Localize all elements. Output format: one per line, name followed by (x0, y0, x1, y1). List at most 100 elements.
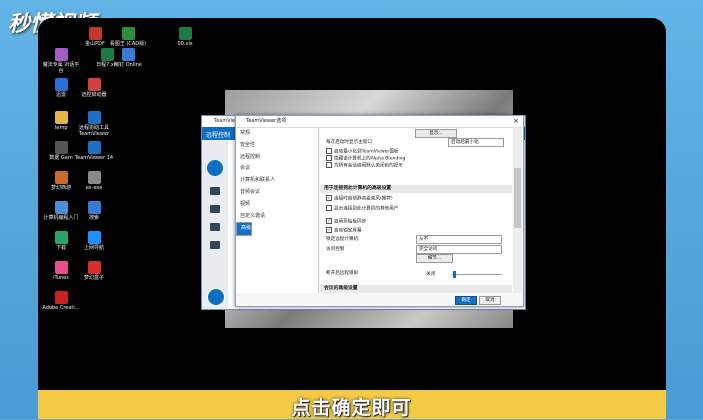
nav-item[interactable]: 视频 (236, 199, 318, 211)
desktop-icon-label: 00.xls (177, 41, 193, 47)
app-icon (121, 27, 135, 40)
caption-text: 点击确定即可 (291, 397, 412, 419)
desktop-icon[interactable]: 魔法专属 对话平台 (41, 48, 81, 74)
nav-item[interactable]: 远程控制 (236, 152, 318, 164)
access-label: 访问控制 (326, 247, 345, 252)
options-dialog: TeamViewer选项 × 常规 安全性 远程控制 会议 计算机和联系人 音频会议 视频自… (235, 115, 524, 307)
app-icon (54, 111, 68, 124)
desktop-icon[interactable]: Adobe Creati... (41, 291, 81, 311)
desktop-icon-label: ex-exe (85, 185, 103, 191)
chat-icon[interactable] (210, 241, 220, 249)
app-icon (87, 171, 101, 184)
nav-item[interactable]: 安全性 (236, 140, 318, 152)
lock-select[interactable]: 从不 (416, 235, 502, 244)
app-icon (54, 291, 68, 304)
option-row[interactable]: 为所有会话启用默认关闭前的提示 (326, 162, 403, 169)
app-icon (87, 231, 101, 244)
nav-item[interactable]: 常规 (236, 128, 318, 140)
slider-track[interactable] (452, 274, 502, 275)
app-icon (88, 27, 102, 40)
dialog-title: TeamViewer选项 (246, 118, 287, 124)
app-icon (54, 171, 68, 184)
app-icon (87, 261, 101, 274)
dialog-footer: 确定 取消 (236, 294, 523, 306)
desktop-icon[interactable]: 远程协助工具 TeamViewer (74, 111, 114, 137)
checkbox-checked[interactable]: ✓ (326, 227, 332, 233)
desktop-icon[interactable]: 上网导航 (74, 231, 114, 251)
option-row[interactable]: ✓ 启用剪贴板同步 (326, 218, 366, 225)
options-nav: 常规 安全性 远程控制 会议 计算机和联系人 音频会议 视频 自定义邀请 高级 (236, 128, 319, 293)
checkbox[interactable] (326, 162, 332, 168)
desktop-icon[interactable]: ex-exe (74, 171, 114, 191)
app-icon (87, 78, 101, 91)
desktop-icon-label: 远程协助工具 TeamViewer (78, 125, 110, 137)
desktop-icon[interactable]: 阿钉 Online (108, 48, 148, 68)
nav-item[interactable]: 高级 (236, 222, 253, 237)
app-icon (54, 141, 68, 154)
nav-item[interactable]: 音频会议 (236, 187, 318, 199)
nav-item[interactable]: 计算机和联系人 (236, 175, 318, 187)
startup-select[interactable]: 启动后最小化 (448, 138, 504, 147)
option-row[interactable]: ✓ 连接时自动静音麦克风(推荐) (326, 195, 393, 202)
desktop-icon-label: 远控启动器 (81, 92, 107, 98)
app-icon (87, 141, 101, 154)
app-icon (54, 48, 68, 61)
lock-label: 锁定远程计算机 (326, 237, 359, 242)
desktop-icon-label: 看图王 (CAD版) (109, 41, 147, 47)
desktop-icon-label: 阿钉 Online (114, 62, 142, 68)
access-select[interactable]: 完全访问 (416, 245, 502, 254)
desktop-icon[interactable]: 远控启动器 (74, 78, 114, 98)
section-header: 用于连接到此计算机的高级设置 (320, 185, 512, 193)
desktop-icon-label: Adobe Creati... (42, 305, 80, 311)
checkbox-checked[interactable]: ✓ (326, 195, 332, 201)
startup-label: 每次启动时显示主窗口 (326, 140, 372, 145)
cancel-button[interactable]: 取消 (479, 296, 501, 305)
app-icon (121, 48, 135, 61)
teamviewer-sidebar (202, 140, 228, 309)
details-button[interactable]: 细节... (416, 254, 453, 263)
desktop-icon[interactable]: TeamViewer 14 (74, 141, 114, 161)
display-button[interactable]: 显示... (415, 129, 457, 138)
app-icon (54, 78, 68, 91)
teamviewer-logo-icon (207, 288, 225, 306)
avatar[interactable] (207, 160, 223, 176)
checkbox[interactable] (326, 148, 332, 154)
checkbox[interactable] (326, 155, 332, 161)
option-row[interactable]: 启动最小化到TeamViewer面板 (326, 148, 399, 155)
desktop-icon[interactable]: 00.xls (165, 27, 205, 47)
app-icon (54, 201, 68, 214)
desktop-icon[interactable]: 看图王 (CAD版) (108, 27, 148, 47)
ok-button[interactable]: 确定 (455, 296, 477, 305)
desktop-icon-label: 魔法专属 对话平台 (42, 62, 80, 74)
scrollbar-thumb[interactable] (514, 168, 521, 228)
checkbox-checked[interactable]: ✓ (326, 218, 332, 224)
nav-item[interactable]: 会议 (236, 163, 318, 175)
scrollbar[interactable] (513, 128, 522, 293)
dialog-titlebar: TeamViewer选项 × (236, 116, 523, 128)
checkbox[interactable] (326, 205, 332, 211)
desktop-icon-label: 梦幻盒子 (83, 275, 104, 281)
nav-item[interactable]: 自定义邀请 (236, 211, 318, 223)
slider-knob[interactable] (453, 271, 456, 278)
close-button[interactable]: × (513, 116, 519, 127)
tab-remote[interactable]: 远程控制 (206, 130, 230, 139)
remote-control-icon[interactable] (210, 187, 220, 195)
desktop-icon-label: 上网导航 (83, 245, 104, 251)
desktop-icon-label: TeamViewer 14 (74, 155, 114, 161)
slider-label: 断开后远程锁屏 (326, 271, 359, 276)
app-icon (178, 27, 192, 40)
contacts-icon[interactable] (210, 223, 220, 231)
section-header: 会议的高级设置 (320, 285, 512, 293)
desktop-icon[interactable]: 搜索 (74, 201, 114, 221)
slider-value: 关闭 (426, 272, 436, 277)
meeting-icon[interactable] (210, 205, 220, 213)
option-row[interactable]: ✓ 自动锁定屏幕 (326, 227, 362, 234)
option-row[interactable]: 显示连接到此计算机的其他用户 (326, 205, 398, 212)
app-icon (54, 261, 68, 274)
option-row[interactable]: 隐藏该计算机上的Alpha Blending (326, 155, 405, 162)
desktop-icon-label: 搜索 (88, 215, 99, 221)
app-icon (87, 201, 101, 214)
desktop-screen: 金山PDF 看图王 (CAD版) 00.xls 魔法专属 对话平台 日程7.xls 阿钉 … (38, 18, 666, 390)
desktop-icon[interactable]: 梦幻盒子 (74, 261, 114, 281)
app-icon (87, 111, 101, 124)
